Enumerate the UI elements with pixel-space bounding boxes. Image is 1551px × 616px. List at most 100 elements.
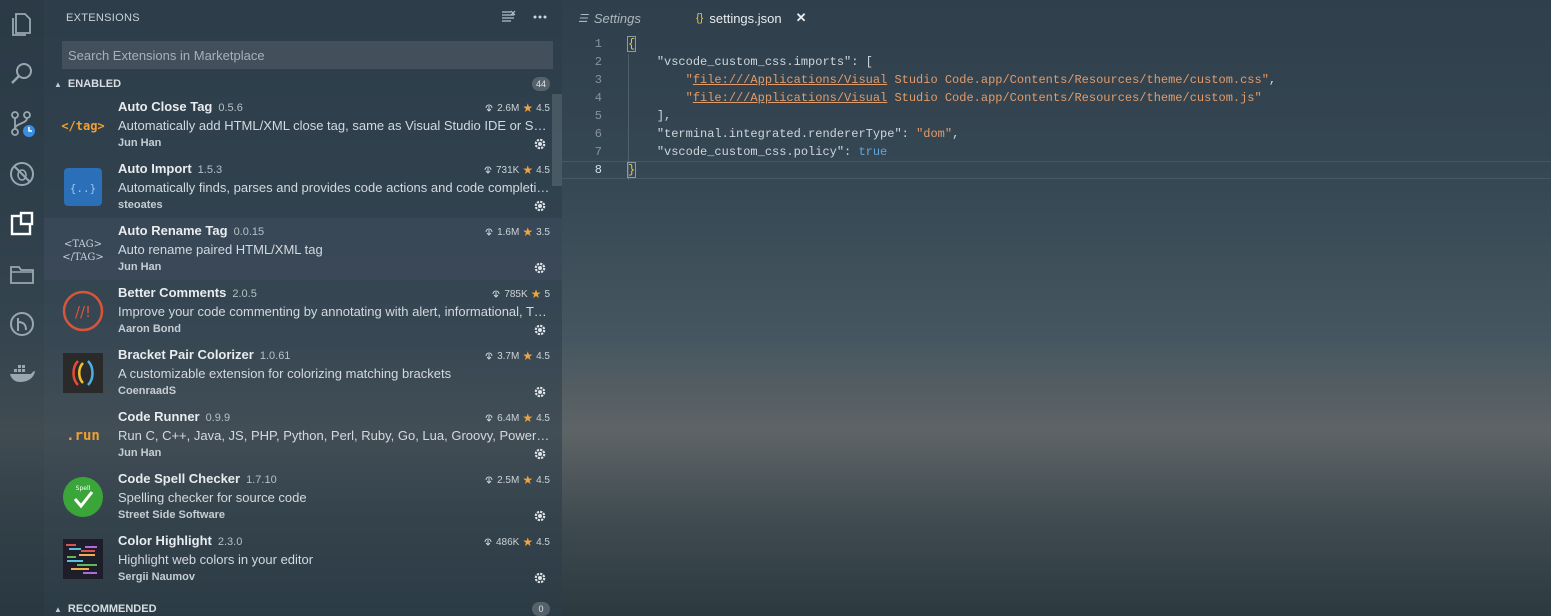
extension-author: Jun Han bbox=[118, 447, 162, 459]
line-number: 5 bbox=[594, 109, 602, 123]
extension-logo-icon: {..} bbox=[61, 165, 105, 209]
extension-description: Highlight web colors in your editor bbox=[118, 552, 314, 567]
file-link[interactable]: file:///Applications/Visual bbox=[693, 91, 887, 105]
extension-version: 2.3.0 bbox=[217, 536, 243, 548]
extension-version: 1.5.3 bbox=[197, 164, 223, 176]
download-count: 486K bbox=[495, 536, 520, 548]
search-input[interactable] bbox=[62, 41, 553, 69]
code-line[interactable]: 3 "file:///Applications/Visual Studio Co… bbox=[562, 72, 1551, 90]
extension-name-row: Color Highlight 2.3.0 bbox=[118, 533, 242, 548]
rating-value: 4.5 bbox=[536, 164, 550, 176]
extension-name-row: Auto Rename Tag 0.0.15 bbox=[118, 223, 264, 238]
extension-name-row: Code Spell Checker 1.7.10 bbox=[118, 471, 277, 486]
extension-logo-icon: //! bbox=[61, 289, 105, 333]
star-icon: ★ bbox=[522, 473, 534, 487]
rating-value: 3.5 bbox=[536, 226, 550, 238]
extension-stats: 2.5M ★ 4.5 bbox=[484, 473, 550, 487]
extension-author: steoates bbox=[118, 199, 163, 211]
download-icon bbox=[483, 164, 493, 177]
scrollbar[interactable] bbox=[552, 94, 562, 186]
activity-bar bbox=[0, 0, 44, 616]
download-icon bbox=[484, 412, 494, 425]
collapse-triangle-icon: ▲ bbox=[54, 604, 62, 614]
gear-icon[interactable] bbox=[532, 322, 548, 338]
download-icon bbox=[484, 350, 494, 363]
enabled-count-badge: 44 bbox=[531, 77, 550, 91]
download-icon bbox=[484, 474, 494, 487]
docker-icon[interactable] bbox=[6, 358, 38, 390]
extension-item[interactable]: //! Better Comments 2.0.5 Improve your code… bbox=[44, 280, 562, 342]
tab-settings-json[interactable]: {} settings.json ✕ bbox=[696, 0, 807, 36]
extension-description: Spelling checker for source code bbox=[118, 490, 307, 505]
code-line[interactable]: 5 ], bbox=[562, 108, 1551, 126]
close-tab-icon[interactable]: ✕ bbox=[796, 10, 807, 26]
download-icon bbox=[484, 102, 494, 115]
extension-item[interactable]: Bracket Pair Colorizer 1.0.61 A customizab… bbox=[44, 342, 562, 404]
extension-item[interactable]: <TAG> </TAG> Auto Rename Tag 0.0.15 Auto ren… bbox=[44, 218, 562, 280]
svg-text:<TAG>: <TAG> bbox=[64, 239, 102, 250]
enabled-section-header[interactable]: ▲ ENABLED 44 bbox=[44, 74, 562, 94]
extension-stats: 2.6M ★ 4.5 bbox=[484, 101, 550, 115]
punctuation: : bbox=[901, 127, 917, 141]
folder-icon[interactable] bbox=[6, 258, 38, 290]
svg-text:Spell: Spell bbox=[76, 485, 91, 492]
code-line[interactable]: 1 { bbox=[562, 36, 1551, 54]
code-line[interactable]: 6 "terminal.integrated.rendererType": "d… bbox=[562, 126, 1551, 144]
debug-icon[interactable] bbox=[6, 158, 38, 190]
line-number: 7 bbox=[594, 145, 602, 159]
gear-icon[interactable] bbox=[532, 198, 548, 214]
extension-item[interactable]: .run Code Runner 0.9.9 Run C, C++, Java, JS… bbox=[44, 404, 562, 466]
extension-logo-icon: .run bbox=[61, 413, 105, 457]
gear-icon[interactable] bbox=[532, 446, 548, 462]
extension-item[interactable]: {..} Auto Import 1.5.3 Automatically finds,… bbox=[44, 156, 562, 218]
extension-author: Aaron Bond bbox=[118, 323, 181, 335]
editor-tabs: ☰ Settings {} settings.json ✕ bbox=[562, 0, 1551, 36]
punctuation: , bbox=[952, 127, 960, 141]
extension-version: 2.0.5 bbox=[232, 288, 257, 300]
download-count: 785K bbox=[504, 288, 528, 300]
extension-logo-icon bbox=[61, 537, 105, 581]
gear-icon[interactable] bbox=[532, 136, 548, 152]
extension-name: Code Spell Checker bbox=[118, 471, 241, 486]
explorer-icon[interactable] bbox=[6, 8, 38, 40]
more-actions-icon[interactable] bbox=[532, 9, 548, 25]
recommended-section-header[interactable]: ▲ RECOMMENDED 0 bbox=[44, 599, 562, 616]
gear-icon[interactable] bbox=[532, 260, 548, 276]
star-icon: ★ bbox=[522, 535, 534, 549]
gear-icon[interactable] bbox=[532, 508, 548, 524]
extension-logo-icon: </tag> bbox=[61, 103, 105, 147]
line-number: 1 bbox=[594, 37, 602, 51]
extension-name: Bracket Pair Colorizer bbox=[118, 347, 254, 362]
code-line[interactable]: 7 "vscode_custom_css.policy": true bbox=[562, 144, 1551, 162]
code-editor[interactable]: 1 { 2 "vscode_custom_css.imports": [ 3 "… bbox=[562, 36, 1551, 616]
star-icon: ★ bbox=[522, 101, 534, 115]
punctuation: : [ bbox=[851, 55, 873, 69]
extension-name-row: Auto Import 1.5.3 bbox=[118, 161, 222, 176]
code-line[interactable]: 4 "file:///Applications/Visual Studio Co… bbox=[562, 90, 1551, 108]
extension-stats: 1.6M ★ 3.5 bbox=[484, 225, 550, 239]
tab-settings[interactable]: ☰ Settings bbox=[578, 0, 641, 36]
rating-value: 4.5 bbox=[536, 474, 550, 486]
extension-logo-icon: Spell bbox=[61, 475, 105, 519]
source-control-icon[interactable] bbox=[6, 108, 38, 140]
code-line-current[interactable]: 8 } bbox=[562, 161, 1551, 179]
extension-item[interactable]: Spell Code Spell Checker 1.7.10 Spelling ch… bbox=[44, 466, 562, 528]
extension-item[interactable]: Color Highlight 2.3.0 Highlight web colors… bbox=[44, 528, 562, 590]
extension-name: Color Highlight bbox=[118, 533, 212, 548]
file-link[interactable]: file:///Applications/Visual bbox=[693, 73, 887, 87]
gear-icon[interactable] bbox=[532, 384, 548, 400]
extension-item[interactable]: </tag> Auto Close Tag 0.5.6 Automatically a… bbox=[44, 94, 562, 156]
download-count: 2.6M bbox=[497, 102, 520, 114]
rating-value: 5 bbox=[544, 288, 550, 300]
code-line[interactable]: 2 "vscode_custom_css.imports": [ bbox=[562, 54, 1551, 72]
clear-list-icon[interactable] bbox=[500, 9, 516, 25]
extensions-icon[interactable] bbox=[6, 208, 38, 240]
rating-value: 4.5 bbox=[536, 536, 550, 548]
search-icon[interactable] bbox=[6, 58, 38, 90]
star-icon: ★ bbox=[522, 411, 534, 425]
extension-author: Jun Han bbox=[118, 137, 162, 149]
gear-icon[interactable] bbox=[532, 570, 548, 586]
extension-stats: 6.4M ★ 4.5 bbox=[484, 411, 550, 425]
extension-description: Automatically finds, parses and provides… bbox=[118, 180, 550, 195]
gitlens-icon[interactable] bbox=[6, 308, 38, 340]
